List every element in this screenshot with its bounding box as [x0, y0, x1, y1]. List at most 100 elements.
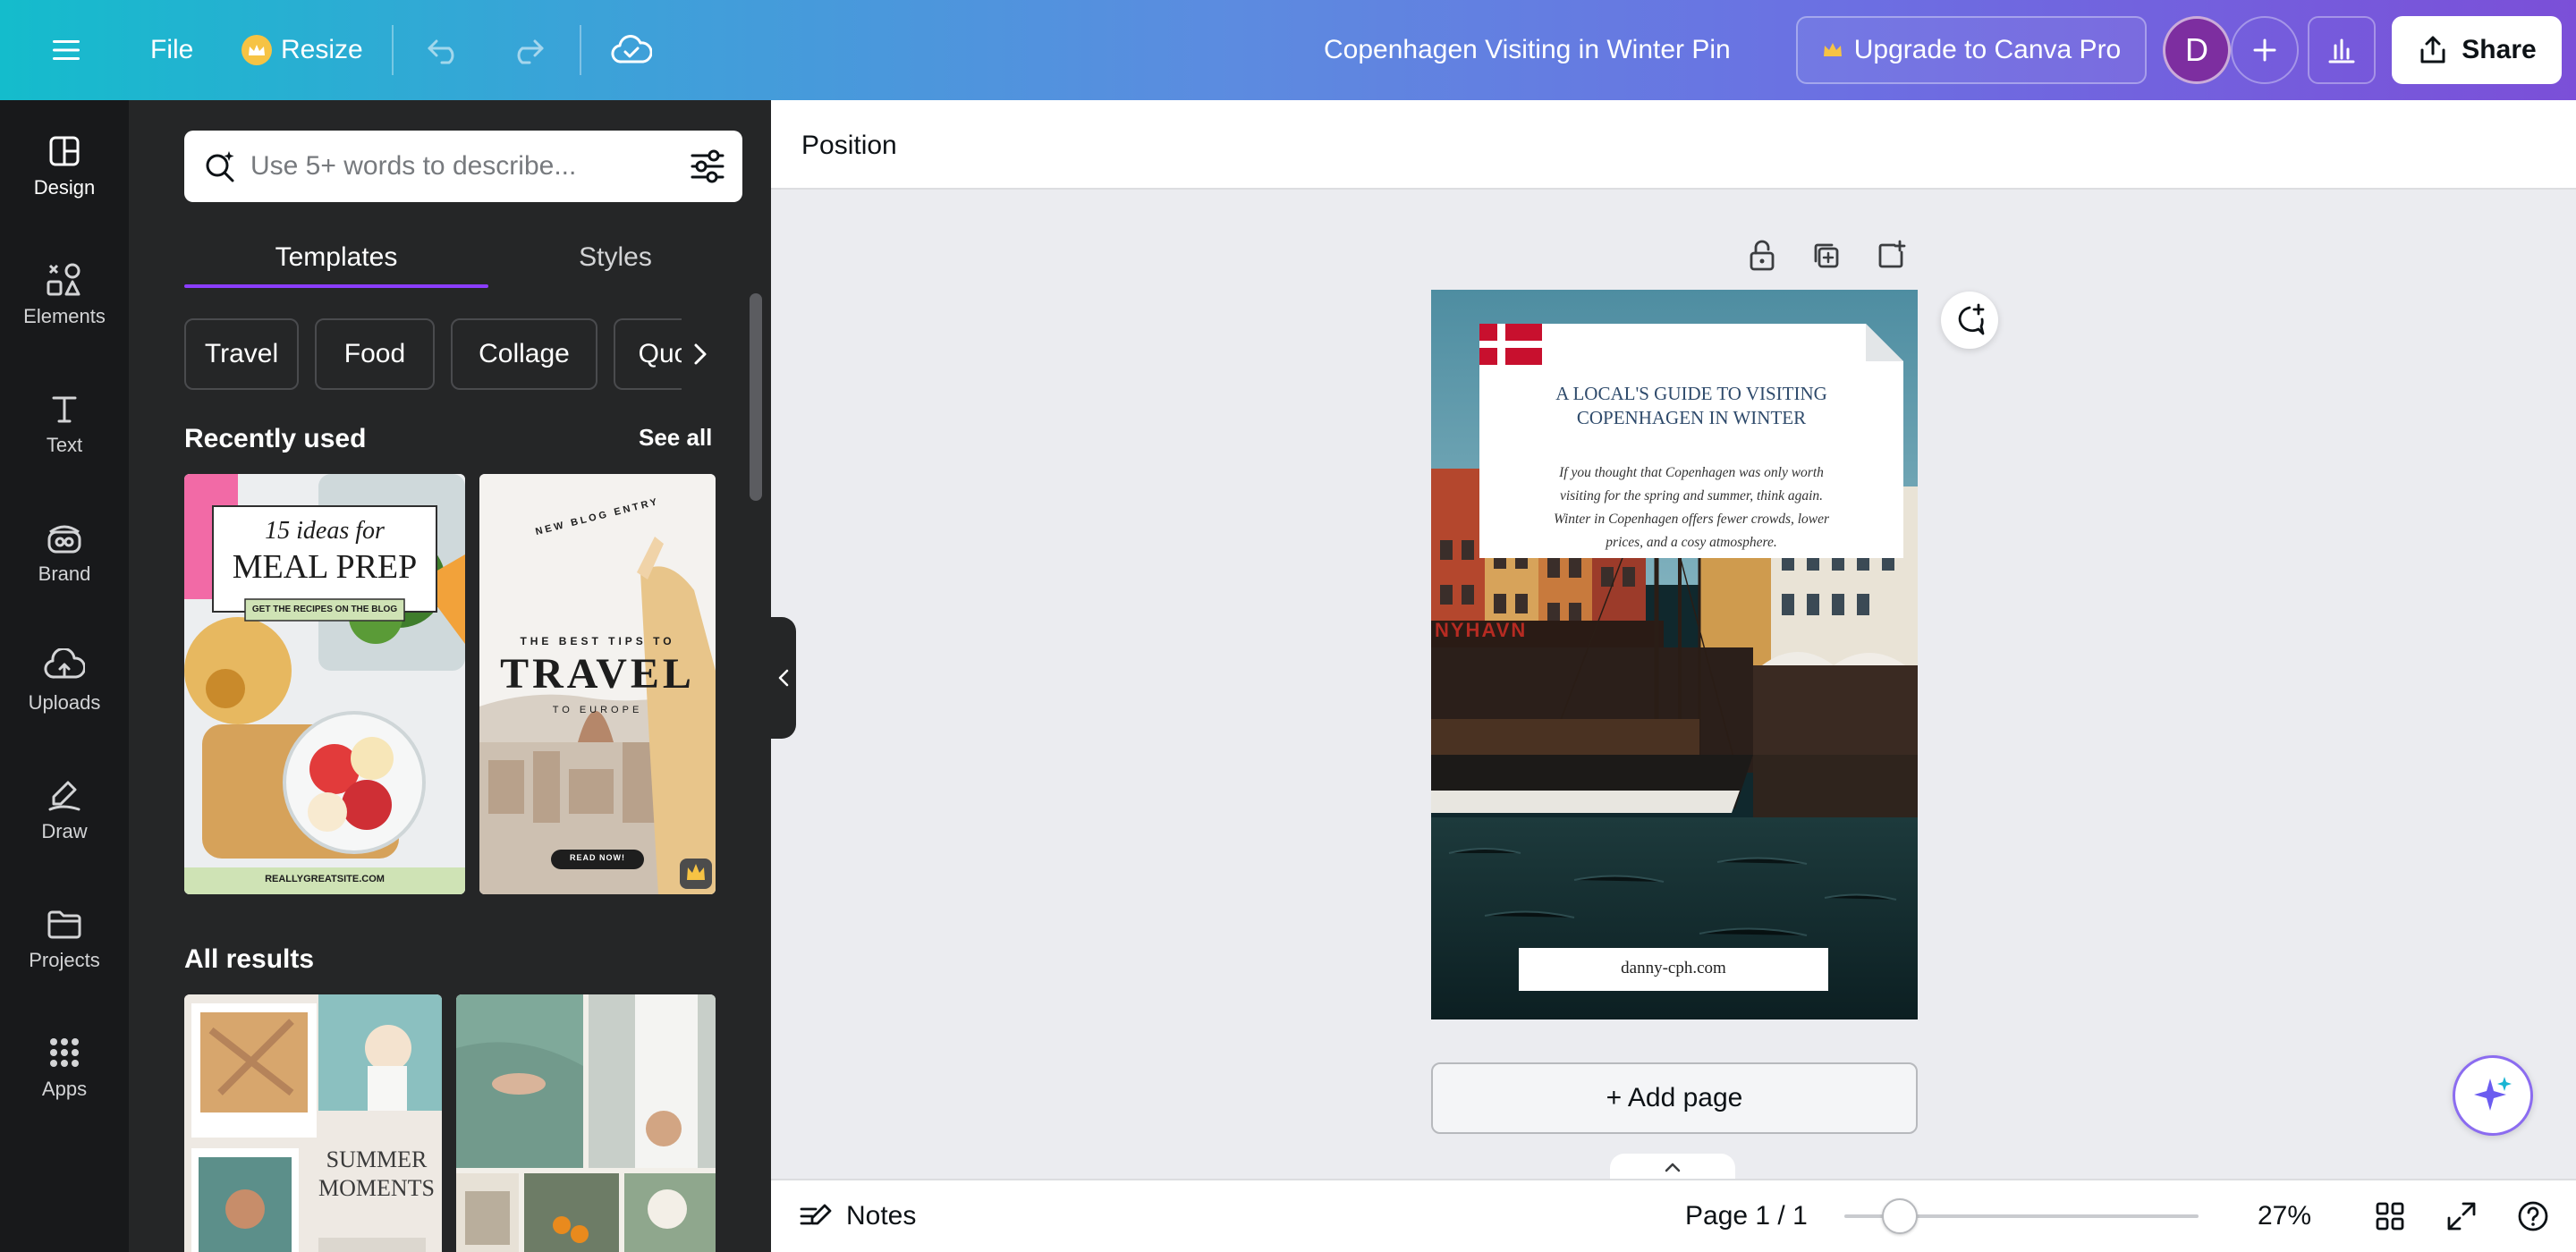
- tab-templates[interactable]: Templates: [184, 231, 488, 284]
- summer-line2: MOMENTS: [318, 1175, 435, 1202]
- resize-label: Resize: [281, 35, 363, 65]
- projects-icon: [45, 906, 84, 942]
- text-icon: [47, 391, 82, 427]
- position-button[interactable]: Position: [801, 125, 897, 166]
- chevron-up-icon: [1664, 1161, 1682, 1173]
- lock-page-button[interactable]: [1741, 234, 1784, 277]
- uploads-icon: [44, 648, 85, 684]
- grid-view-button[interactable]: [2368, 1195, 2411, 1238]
- design-icon: [47, 133, 82, 169]
- avatar[interactable]: D: [2163, 16, 2231, 84]
- design-body-line4[interactable]: prices, and a cosy atmosphere.: [1479, 535, 1903, 551]
- template-meal-prep[interactable]: 15 ideas for MEAL PREP GET THE RECIPES O…: [184, 474, 465, 894]
- collapse-panel-button[interactable]: [771, 617, 796, 739]
- chips-next-button[interactable]: [682, 318, 719, 390]
- sparkle-icon: [2470, 1073, 2515, 1118]
- travel-line3: TO EUROPE: [479, 705, 716, 715]
- rail-item-apps[interactable]: Apps: [0, 1014, 129, 1121]
- expand-pages-button[interactable]: [1610, 1154, 1735, 1180]
- upgrade-label: Upgrade to Canva Pro: [1854, 35, 2122, 65]
- template-travel-europe[interactable]: NEW BLOG ENTRY THE BEST TIPS TO TRAVEL T…: [479, 474, 716, 894]
- share-button[interactable]: Share: [2392, 16, 2562, 84]
- elements-icon: [45, 262, 84, 298]
- design-body-line2[interactable]: visiting for the spring and summer, thin…: [1479, 488, 1903, 504]
- redo-icon: [510, 36, 546, 64]
- insights-button[interactable]: [2308, 16, 2376, 84]
- design-headline-line2[interactable]: COPENHAGEN IN WINTER: [1479, 407, 1903, 429]
- bar-chart-icon: [2326, 35, 2357, 65]
- cloud-check-icon: [611, 35, 652, 65]
- share-icon: [2417, 34, 2449, 66]
- grid-icon: [2374, 1200, 2406, 1232]
- save-status-button[interactable]: [605, 23, 658, 77]
- side-navigation: Design Elements Text Brand Uploads Draw …: [0, 100, 129, 1252]
- filter-icon[interactable]: [689, 148, 726, 184]
- duplicate-page-button[interactable]: [1805, 234, 1848, 277]
- panel-scrollbar[interactable]: [750, 293, 762, 501]
- fullscreen-button[interactable]: [2440, 1195, 2483, 1238]
- rail-item-brand[interactable]: Brand: [0, 499, 129, 606]
- top-bar: File Resize Copenhagen Visiting in Winte…: [0, 0, 2576, 100]
- brand-icon: [45, 520, 84, 555]
- rail-item-uploads[interactable]: Uploads: [0, 628, 129, 735]
- zoom-percentage[interactable]: 27%: [2238, 1195, 2331, 1238]
- add-page-button[interactable]: + Add page: [1431, 1062, 1918, 1134]
- redo-button[interactable]: [501, 23, 555, 77]
- invite-button[interactable]: [2231, 16, 2299, 84]
- file-menu-button[interactable]: File: [134, 23, 209, 77]
- summer-line1: SUMMER: [318, 1146, 435, 1173]
- add-page-icon: [1875, 240, 1907, 272]
- page-indicator[interactable]: Page 1 / 1: [1685, 1195, 1808, 1238]
- rail-item-draw[interactable]: Draw: [0, 757, 129, 864]
- help-icon: [2516, 1199, 2550, 1233]
- search-input[interactable]: [250, 147, 671, 186]
- crown-icon: [1822, 41, 1843, 59]
- rail-item-elements[interactable]: Elements: [0, 241, 129, 349]
- document-title[interactable]: Copenhagen Visiting in Winter Pin: [1324, 23, 1731, 77]
- duplicate-icon: [1810, 240, 1843, 272]
- upgrade-button[interactable]: Upgrade to Canva Pro: [1796, 16, 2147, 84]
- meal-prep-footer: REALLYGREATSITE.COM: [184, 874, 465, 884]
- recently-used-title: Recently used: [184, 424, 366, 454]
- notes-button[interactable]: Notes: [798, 1195, 916, 1238]
- active-tab-indicator: [184, 284, 488, 288]
- design-url[interactable]: danny-cph.com: [1519, 959, 1828, 978]
- magic-assistant-button[interactable]: [2453, 1055, 2533, 1136]
- template-summer-moments[interactable]: SUMMER MOMENTS: [184, 994, 442, 1252]
- travel-line1: THE BEST TIPS TO: [479, 635, 716, 647]
- rail-item-projects[interactable]: Projects: [0, 885, 129, 993]
- rail-label: Text: [47, 434, 82, 457]
- template-ocean-collage[interactable]: [456, 994, 716, 1252]
- rail-item-design[interactable]: Design: [0, 113, 129, 220]
- expand-icon: [2445, 1200, 2478, 1232]
- category-chips: Travel Food Collage Quotes: [184, 318, 712, 392]
- chip-food[interactable]: Food: [315, 318, 435, 390]
- design-headline-line1[interactable]: A LOCAL'S GUIDE TO VISITING: [1479, 383, 1903, 405]
- chip-collage[interactable]: Collage: [451, 318, 597, 390]
- add-page-above-button[interactable]: [1869, 234, 1912, 277]
- template-search: [184, 131, 742, 202]
- rail-label: Draw: [41, 820, 87, 843]
- design-panel: Templates Styles Travel Food Collage Quo…: [129, 100, 771, 1252]
- design-page[interactable]: NYHAVN A LOCAL'S GUIDE TO VISITING COPEN…: [1431, 290, 1918, 1019]
- chevron-left-icon: [777, 668, 790, 688]
- rail-item-text[interactable]: Text: [0, 370, 129, 478]
- main-menu-button[interactable]: [39, 23, 93, 77]
- undo-button[interactable]: [417, 23, 470, 77]
- see-all-link[interactable]: See all: [639, 424, 712, 452]
- file-label: File: [150, 35, 193, 65]
- design-body-line3[interactable]: Winter in Copenhagen offers fewer crowds…: [1479, 512, 1903, 528]
- notes-label: Notes: [846, 1201, 916, 1231]
- rail-label: Uploads: [29, 691, 101, 715]
- design-body-line1[interactable]: If you thought that Copenhagen was only …: [1479, 465, 1903, 481]
- ocean-collage: [456, 994, 716, 1252]
- help-button[interactable]: [2512, 1195, 2555, 1238]
- share-label: Share: [2462, 35, 2536, 65]
- sign-text: NYHAVN: [1431, 619, 1664, 642]
- add-comment-button[interactable]: [1941, 292, 1998, 349]
- zoom-slider-thumb[interactable]: [1882, 1198, 1918, 1234]
- chip-travel[interactable]: Travel: [184, 318, 299, 390]
- tab-styles[interactable]: Styles: [488, 231, 742, 284]
- resize-button[interactable]: Resize: [225, 23, 379, 77]
- plus-icon: [2252, 38, 2277, 63]
